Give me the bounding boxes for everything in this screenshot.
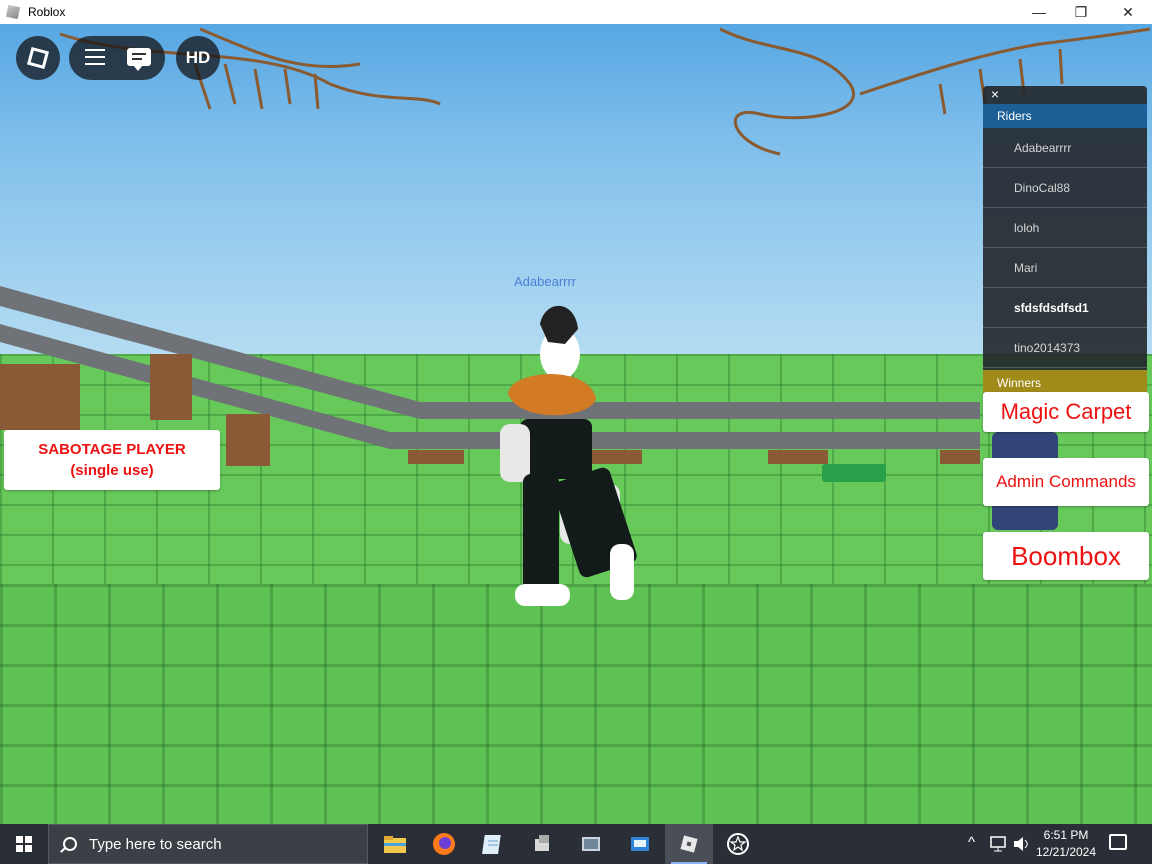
roblox-studio-icon[interactable]	[714, 824, 762, 864]
hamburger-menu-icon[interactable]	[85, 49, 105, 67]
coaster-scenery	[0, 27, 1151, 606]
window-title: Roblox	[28, 5, 66, 19]
start-button[interactable]	[0, 824, 48, 864]
minimize-button[interactable]: —	[1016, 0, 1062, 24]
roblox-icon[interactable]	[665, 824, 713, 864]
windows-logo-icon	[16, 836, 32, 852]
admin-commands-button[interactable]: Admin Commands	[983, 458, 1149, 506]
clock-time: 6:51 PM	[1043, 828, 1089, 842]
network-icon[interactable]	[990, 836, 1008, 852]
close-window-button[interactable]: ✕	[1105, 0, 1151, 24]
boombox-button[interactable]: Boombox	[983, 532, 1149, 580]
leaderboard-row[interactable]: loloh	[983, 208, 1147, 248]
roblox-app-icon	[5, 4, 21, 20]
restore-button[interactable]: ❐	[1058, 0, 1104, 24]
leaderboard-header: Riders	[983, 104, 1147, 128]
firefox-icon[interactable]	[420, 824, 468, 864]
hd-admin-button[interactable]: HD	[176, 36, 220, 80]
leaderboard-panel: × Riders Adabearrrr DinoCal88 loloh Mari…	[983, 86, 1147, 396]
chat-icon[interactable]	[127, 48, 151, 71]
app-icon[interactable]	[616, 824, 664, 864]
player-nametag: Adabearrrr	[514, 274, 577, 289]
search-icon	[63, 837, 77, 851]
magic-carpet-button[interactable]: Magic Carpet	[983, 392, 1149, 432]
close-icon[interactable]: ×	[987, 86, 1003, 102]
sabotage-label: SABOTAGE PLAYER	[38, 441, 186, 458]
roblox-menu-button[interactable]	[16, 36, 60, 80]
leaderboard-row[interactable]: Mari	[983, 248, 1147, 288]
file-explorer-icon[interactable]	[371, 824, 419, 864]
chevron-up-icon[interactable]: ^	[968, 834, 975, 851]
leaderboard-row[interactable]: tino2014373	[983, 328, 1147, 368]
notepad-icon[interactable]	[469, 824, 517, 864]
search-placeholder: Type here to search	[89, 835, 222, 853]
menu-chat-group	[69, 36, 165, 80]
windows-taskbar: Type here to search ^ 6:51 PM 12/21/2024	[0, 824, 1152, 864]
roblox-logo-icon	[26, 46, 50, 70]
leaderboard-row[interactable]: DinoCal88	[983, 168, 1147, 208]
leaderboard-row[interactable]: Adabearrrr	[983, 128, 1147, 168]
volume-icon[interactable]	[1013, 836, 1031, 852]
app-icon[interactable]	[567, 824, 615, 864]
taskbar-clock[interactable]: 6:51 PM 12/21/2024	[1031, 827, 1101, 861]
clock-date: 12/21/2024	[1035, 845, 1097, 859]
game-viewport[interactable]: HD Adabearrrr × Riders Adabearrrr DinoCa…	[0, 24, 1152, 824]
sabotage-sublabel: (single use)	[70, 462, 154, 479]
leaderboard-row-local-player[interactable]: sfdsfdsdfsd1	[983, 288, 1147, 328]
app-icon[interactable]	[518, 824, 566, 864]
notification-icon[interactable]	[1109, 834, 1127, 850]
sabotage-player-button[interactable]: SABOTAGE PLAYER (single use)	[4, 430, 220, 490]
window-titlebar: Roblox — ❐ ✕	[0, 0, 1152, 24]
taskbar-search-box[interactable]: Type here to search	[48, 824, 368, 864]
